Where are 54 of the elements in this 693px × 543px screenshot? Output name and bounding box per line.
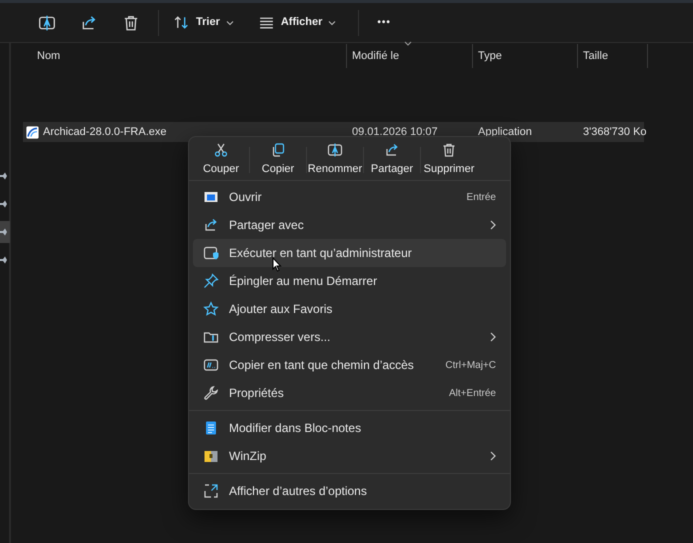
copy-icon (270, 142, 286, 158)
column-header[interactable]: Type (478, 48, 502, 64)
rename-icon (38, 14, 56, 32)
file-type: Application (478, 126, 532, 138)
share-icon (80, 14, 98, 32)
trash-icon (122, 14, 140, 32)
share-icon (384, 142, 400, 158)
rename-icon (327, 142, 343, 158)
file-date: 09.01.2026 10:07 (352, 126, 438, 138)
file-size: 3'368'730 Ko (583, 126, 647, 138)
expand-icon (203, 483, 219, 499)
scissors-icon (213, 142, 229, 158)
menu-item[interactable]: Ouvrir Entrée (193, 183, 506, 211)
chevron-down-icon (226, 20, 234, 26)
column-header[interactable]: Taille (583, 48, 608, 64)
menu-item[interactable]: Partager avec (193, 211, 506, 239)
star-icon (203, 301, 219, 317)
pin-icon[interactable] (0, 221, 10, 243)
shortcut-text: Entrée (466, 190, 496, 204)
column-header[interactable]: Nom (37, 48, 60, 64)
window-icon (203, 189, 219, 205)
share-icon (203, 217, 219, 233)
menu-item[interactable]: WinZip (193, 442, 506, 470)
trash-button[interactable]: Supprimer (421, 142, 477, 178)
more-button[interactable]: ••• (365, 6, 403, 38)
sort-button[interactable]: Trier (165, 6, 242, 38)
share-button[interactable]: Partager (364, 142, 420, 178)
copy-button[interactable]: Copier (250, 142, 306, 178)
menu-item[interactable]: Afficher d’autres d’options (193, 477, 506, 505)
wrench-icon (203, 385, 219, 401)
archive-icon (203, 448, 219, 464)
shield-icon (203, 245, 219, 261)
chevron-down-icon (328, 20, 336, 26)
app-icon (26, 126, 39, 138)
column-header[interactable]: Modifié le (352, 48, 400, 64)
menu-item[interactable]: Ajouter aux Favoris (193, 295, 506, 323)
shortcut-text: Alt+Entrée (449, 386, 496, 400)
mouse-pointer-icon (272, 257, 282, 272)
menu-item[interactable]: Épingler au menu Démarrer (193, 267, 506, 295)
path-icon (203, 357, 219, 373)
rename-button[interactable]: Renommer (307, 142, 363, 178)
notepad-icon (203, 420, 219, 436)
menu-item[interactable]: Compresser vers... (193, 323, 506, 351)
menu-item[interactable]: Copier en tant que chemin d’accès Ctrl+Maj+C (193, 351, 506, 379)
trash-icon (441, 142, 457, 158)
sort-icon (173, 14, 190, 31)
menu-item[interactable]: Modifier dans Bloc-notes (193, 414, 506, 442)
shortcut-text: Ctrl+Maj+C (445, 358, 496, 372)
menu-item[interactable]: Exécuter en tant qu’administrateur (193, 239, 506, 267)
pin-icon (203, 273, 219, 289)
view-button[interactable]: Afficher (250, 6, 344, 38)
file-name: Archicad-28.0.0-FRA.exe (43, 124, 166, 140)
scissors-button[interactable]: Couper (193, 142, 249, 178)
menu-item[interactable]: Propriétés Alt+Entrée (193, 379, 506, 407)
